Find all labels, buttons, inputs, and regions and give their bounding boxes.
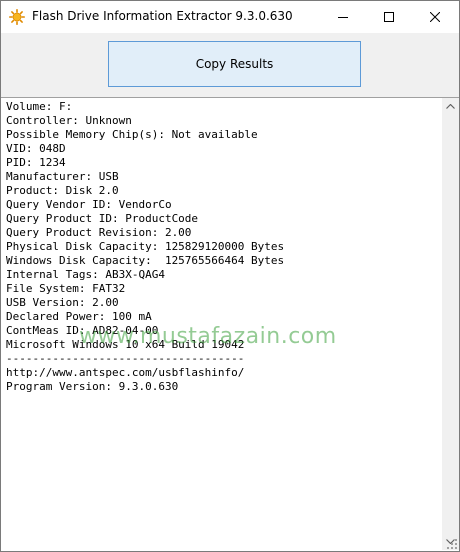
results-textbox[interactable]: Volume: F: Controller: Unknown Possible Me… — [1, 97, 459, 551]
sun-app-icon — [9, 9, 25, 25]
result-line: VID: 048D — [6, 142, 66, 155]
client-area: Copy Results Volume: F: Controller: Unkno… — [1, 33, 459, 551]
result-line: Manufacturer: USB — [6, 170, 119, 183]
result-line: Query Product ID: ProductCode — [6, 212, 199, 225]
result-line: Possible Memory Chip(s): Not available — [6, 128, 258, 141]
scroll-up-button[interactable] — [442, 98, 459, 115]
result-line: Query Product Revision: 2.00 — [6, 226, 192, 239]
minimize-icon — [338, 17, 348, 18]
result-line: Product: Disk 2.0 — [6, 184, 119, 197]
result-line: USB Version: 2.00 — [6, 296, 119, 309]
result-line: Declared Power: 100 mA — [6, 310, 152, 323]
result-line: http://www.antspec.com/usbflashinfo/ — [6, 366, 245, 379]
title-bar[interactable]: Flash Drive Information Extractor 9.3.0.… — [1, 1, 459, 33]
arrow-up-icon — [446, 104, 455, 109]
result-line: Physical Disk Capacity: 125829120000 Byt… — [6, 240, 285, 253]
result-line: PID: 1234 — [6, 156, 66, 169]
window-title: Flash Drive Information Extractor 9.3.0.… — [32, 9, 293, 23]
resize-grip-icon[interactable] — [446, 538, 458, 550]
result-line: Controller: Unknown — [6, 114, 132, 127]
result-line: File System: FAT32 — [6, 282, 126, 295]
app-window: Flash Drive Information Extractor 9.3.0.… — [0, 0, 460, 552]
results-text[interactable]: Volume: F: Controller: Unknown Possible Me… — [6, 100, 436, 394]
watermark-text: www.mustafazain.com — [79, 324, 337, 349]
close-icon — [430, 12, 440, 22]
result-line: ------------------------------------ — [6, 352, 245, 365]
maximize-button[interactable] — [366, 1, 412, 33]
vertical-scrollbar[interactable] — [442, 98, 459, 550]
result-line: Internal Tags: AB3X-QAG4 — [6, 268, 165, 281]
result-line: Windows Disk Capacity: 125765566464 Byte… — [6, 254, 285, 267]
close-button[interactable] — [412, 1, 458, 33]
minimize-button[interactable] — [320, 1, 366, 33]
copy-results-button[interactable]: Copy Results — [108, 41, 361, 87]
result-line: Program Version: 9.3.0.630 — [6, 380, 179, 393]
maximize-icon — [384, 12, 394, 22]
result-line: Volume: F: — [6, 100, 73, 113]
result-line: Query Vendor ID: VendorCo — [6, 198, 172, 211]
